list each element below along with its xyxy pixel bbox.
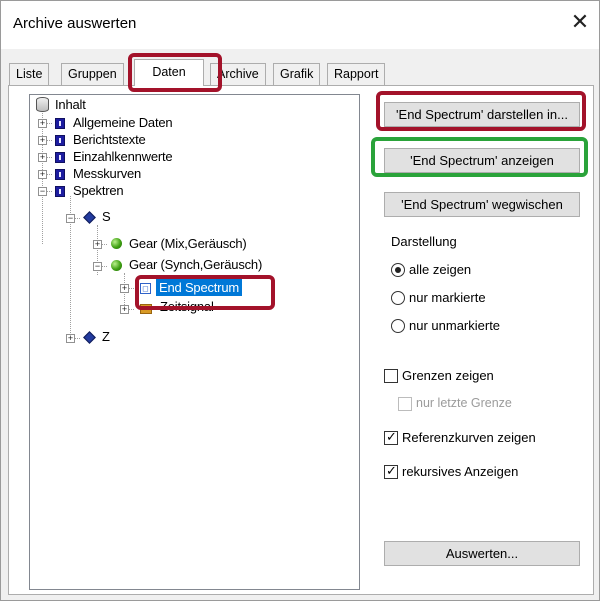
expand-icon[interactable]: + xyxy=(38,136,47,145)
tree-item-berichtstexte[interactable]: Berichtstexte xyxy=(73,132,146,147)
green-ball-icon xyxy=(111,238,122,249)
window-title: Archive auswerten xyxy=(13,15,137,32)
tree-item-messkurven[interactable]: Messkurven xyxy=(73,166,141,181)
tree-item-s[interactable]: S xyxy=(102,209,111,224)
checkbox-referenzkurven-label: Referenzkurven zeigen xyxy=(402,430,536,445)
tab-daten[interactable]: Daten xyxy=(134,59,204,86)
expand-icon[interactable]: + xyxy=(66,334,75,343)
tree-item-allgemeine-daten[interactable]: Allgemeine Daten xyxy=(73,115,173,130)
radio-nur-markierte[interactable] xyxy=(391,291,405,305)
spectrum-icon: ◻ xyxy=(140,283,151,294)
dialog-client: Liste Gruppen Daten Archive Grafik Rappo… xyxy=(1,49,599,600)
collapse-icon[interactable]: − xyxy=(38,187,47,196)
tree-item-z[interactable]: Z xyxy=(102,329,110,344)
radio-alle-zeigen[interactable] xyxy=(391,263,405,277)
collapse-icon[interactable]: − xyxy=(66,214,75,223)
checkbox-grenzen-zeigen[interactable] xyxy=(384,369,398,383)
darstellen-in-button[interactable]: 'End Spectrum' darstellen in... xyxy=(384,102,580,127)
signal-icon xyxy=(140,304,152,314)
expand-icon[interactable]: + xyxy=(38,153,47,162)
tree-item-end-spectrum[interactable]: End Spectrum xyxy=(156,279,242,296)
checkbox-referenzkurven[interactable]: ✓ xyxy=(384,429,398,445)
green-ball-icon xyxy=(111,260,122,271)
tab-grafik[interactable]: Grafik xyxy=(273,63,321,85)
book-icon xyxy=(55,186,65,197)
book-icon xyxy=(55,118,65,129)
expand-icon[interactable]: + xyxy=(38,170,47,179)
expand-icon[interactable]: + xyxy=(93,240,102,249)
expand-icon[interactable]: + xyxy=(120,305,129,314)
auswerten-button[interactable]: Auswerten... xyxy=(384,541,580,566)
content-tree[interactable]: Inhalt + Allgemeine Daten + Berichtstext… xyxy=(29,94,360,590)
diamond-icon xyxy=(83,331,96,344)
archive-dialog: Archive auswerten ✕ Liste Gruppen Daten … xyxy=(0,0,600,601)
checkbox-nur-letzte-grenze-label: nur letzte Grenze xyxy=(416,396,512,410)
radio-nur-unmarkierte-label: nur unmarkierte xyxy=(409,318,501,333)
tree-item-gear-synch[interactable]: Gear (Synch,Geräusch) xyxy=(129,257,262,272)
checkbox-rekursives-anzeigen-label: rekursives Anzeigen xyxy=(402,464,519,479)
diamond-icon xyxy=(83,211,96,224)
tree-item-gear-mix[interactable]: Gear (Mix,Geräusch) xyxy=(129,236,247,251)
tab-archive[interactable]: Archive xyxy=(210,63,266,85)
book-icon xyxy=(55,169,65,180)
title-bar: Archive auswerten ✕ xyxy=(1,1,599,49)
darstellung-label: Darstellung xyxy=(391,234,457,249)
collapse-icon[interactable]: − xyxy=(93,262,102,271)
anzeigen-button[interactable]: 'End Spectrum' anzeigen xyxy=(384,148,580,173)
close-icon[interactable]: ✕ xyxy=(565,7,595,37)
daten-tab-panel: Inhalt + Allgemeine Daten + Berichtstext… xyxy=(8,85,594,595)
tree-item-spektren[interactable]: Spektren xyxy=(73,183,124,198)
radio-nur-markierte-label: nur markierte xyxy=(409,290,486,305)
checkbox-rekursives-anzeigen[interactable]: ✓ xyxy=(384,463,398,479)
tree-item-zeitsignal[interactable]: Zeitsignal xyxy=(160,299,214,314)
expand-icon[interactable]: + xyxy=(120,284,129,293)
tab-rapport[interactable]: Rapport xyxy=(327,63,386,85)
tab-gruppen[interactable]: Gruppen xyxy=(61,63,124,85)
wegwischen-button[interactable]: 'End Spectrum' wegwischen xyxy=(384,192,580,217)
book-icon xyxy=(55,135,65,146)
checkbox-grenzen-zeigen-label: Grenzen zeigen xyxy=(402,368,494,383)
tree-item-einzahlkennwerte[interactable]: Einzahlkennwerte xyxy=(73,149,173,164)
checkbox-nur-letzte-grenze xyxy=(398,397,412,411)
radio-alle-zeigen-label: alle zeigen xyxy=(409,262,472,277)
radio-nur-unmarkierte[interactable] xyxy=(391,319,405,333)
tree-root-label[interactable]: Inhalt xyxy=(55,97,86,112)
book-icon xyxy=(55,152,65,163)
database-icon xyxy=(36,97,49,112)
expand-icon[interactable]: + xyxy=(38,119,47,128)
tab-liste[interactable]: Liste xyxy=(9,63,50,85)
